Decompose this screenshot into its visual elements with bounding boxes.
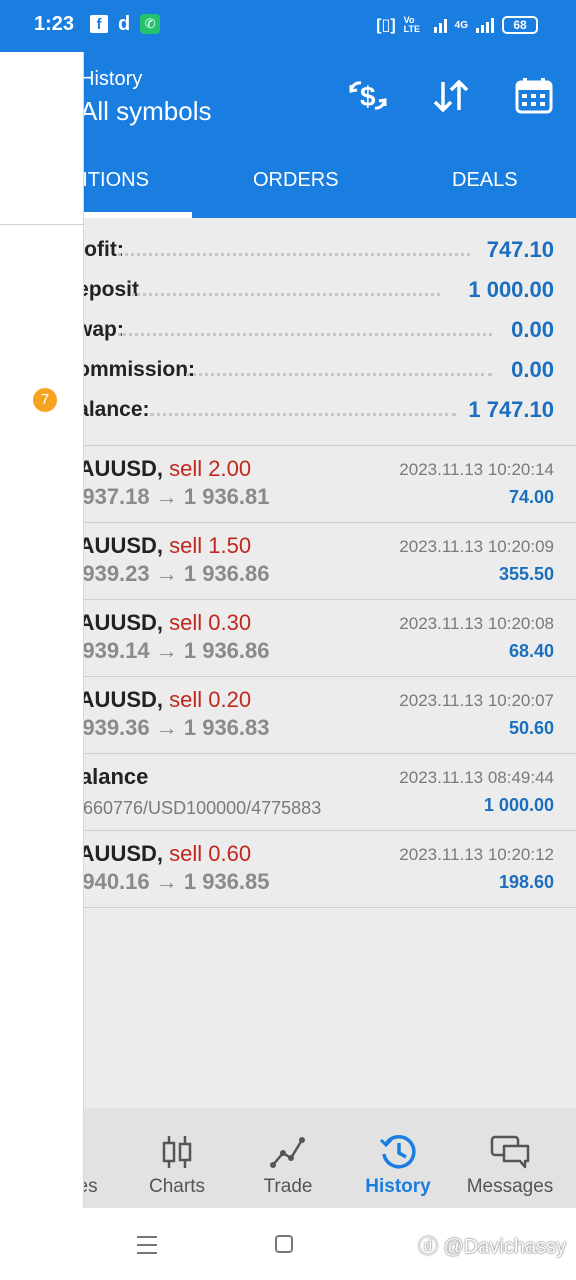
summary-value: 0.00 <box>511 357 554 382</box>
summary-row-deposit: Deposit 1 000.00 <box>0 271 576 311</box>
nav-history[interactable]: History <box>343 1108 453 1208</box>
deal-profit: 68.40 <box>508 641 554 661</box>
deal-row[interactable]: XAUUSD, sell 1.50 1 939.23 → 1 936.86 20… <box>0 523 576 600</box>
deal-profit: 50.60 <box>508 718 554 738</box>
nav-charts[interactable]: Charts <box>122 1108 232 1208</box>
deal-time: 2023.11.13 08:49:44 <box>399 768 554 787</box>
nav-label: Charts <box>149 1176 205 1197</box>
facebook-icon: f <box>90 15 108 33</box>
vibrate-icon: [▯] <box>376 17 396 34</box>
tab-bar: POSITIONS ORDERS DEALS <box>0 140 576 218</box>
deal-prices: 1 939.36 → 1 936.83 <box>64 715 270 740</box>
deal-profit: 355.50 <box>498 564 554 584</box>
leader-dots <box>150 413 456 416</box>
deal-prices: 1 940.16 → 1 936.85 <box>64 869 270 894</box>
summary-value: 0.00 <box>511 317 554 342</box>
drawer-divider <box>0 224 84 225</box>
deal-side: sell 0.30 <box>169 610 252 635</box>
deal-prices: 1 937.18 → 1 936.81 <box>64 484 270 509</box>
side-drawer[interactable]: 7 <box>0 52 84 1208</box>
deal-side: sell 1.50 <box>169 533 252 558</box>
signal-icon <box>433 17 447 33</box>
summary-value: 1 000.00 <box>468 277 554 302</box>
recent-apps-icon[interactable] <box>136 1234 158 1256</box>
phone-app-icon: ✆ <box>140 14 161 34</box>
leader-dots <box>118 253 470 256</box>
deal-time: 2023.11.13 10:20:08 <box>399 614 554 633</box>
candles-icon <box>162 1136 192 1168</box>
app-d-icon: d <box>118 13 131 35</box>
nav-messages[interactable]: Messages <box>455 1108 565 1208</box>
nav-label: Messages <box>466 1176 554 1197</box>
home-button[interactable] <box>275 1235 293 1253</box>
deal-row[interactable]: XAUUSD, sell 2.00 1 937.18 → 1 936.81 20… <box>0 446 576 523</box>
divider <box>0 907 576 908</box>
deal-profit: 74.00 <box>508 487 554 507</box>
symbol-filter[interactable]: All symbols <box>80 96 211 127</box>
summary-value: 1 747.10 <box>468 397 554 422</box>
summary-row-balance: Balance: 1 747.10 <box>0 391 576 431</box>
battery-icon: 68 <box>502 16 538 34</box>
deal-side: sell 0.20 <box>169 687 252 712</box>
deal-side: sell 2.00 <box>169 456 252 481</box>
summary-row-profit: Profit: 747.10 <box>0 231 576 271</box>
summary-row-commission: Commission: 0.00 <box>0 351 576 391</box>
status-bar: 1:23 f d ✆ [▯] Vo LTE 4G 68 <box>0 0 576 52</box>
deal-row[interactable]: XAUUSD, sell 0.20 1 939.36 → 1 936.83 20… <box>0 677 576 754</box>
notification-badge: 7 <box>33 388 57 412</box>
deal-prices: 1 939.23 → 1 936.86 <box>64 561 270 586</box>
deal-profit: 1 000.00 <box>483 795 554 815</box>
deal-time: 2023.11.13 10:20:14 <box>399 460 554 479</box>
volte-icon: Vo LTE <box>403 15 420 34</box>
leader-dots <box>132 293 440 296</box>
deal-prices: 1 939.14 → 1 936.86 <box>64 638 270 663</box>
nav-label: Trade <box>263 1176 313 1197</box>
watermark: ⓓ @Davichassy <box>418 1236 567 1258</box>
notification-icons: f d ✆ <box>90 13 161 35</box>
leader-dots <box>118 333 492 336</box>
deal-time: 2023.11.13 10:20:12 <box>399 845 554 864</box>
tab-deals[interactable]: DEALS <box>452 169 518 192</box>
leader-dots <box>186 373 492 376</box>
history-clock-icon <box>379 1135 416 1169</box>
nav-label: History <box>365 1176 431 1197</box>
svg-text:$: $ <box>360 81 376 112</box>
nav-trade[interactable]: Trade <box>233 1108 343 1208</box>
sort-arrows-icon[interactable] <box>431 76 471 116</box>
deal-row[interactable]: XAUUSD, sell 0.60 1 940.16 → 1 936.85 20… <box>0 831 576 908</box>
system-nav-bar: ⓓ @Davichassy <box>0 1208 576 1280</box>
history-content[interactable]: Profit: 747.10 Deposit 1 000.00 Swap: 0.… <box>0 218 576 1108</box>
page-title: History <box>80 68 143 90</box>
deal-time: 2023.11.13 10:20:07 <box>399 691 554 710</box>
deal-comment: D-660776/USD100000/4775883 <box>64 798 322 818</box>
bottom-nav: Quotes Charts Trade History Messages <box>0 1108 576 1208</box>
trade-line-icon <box>270 1137 305 1168</box>
messages-icon <box>490 1135 530 1169</box>
dollar-exchange-icon[interactable]: $ <box>348 76 388 116</box>
calendar-icon[interactable] <box>514 76 554 116</box>
network-type-icon: 4G <box>454 19 468 31</box>
deal-row[interactable]: XAUUSD, sell 0.30 1 939.14 → 1 936.86 20… <box>0 600 576 677</box>
tab-orders[interactable]: ORDERS <box>253 169 339 192</box>
summary-value: 747.10 <box>486 237 554 262</box>
deal-profit: 198.60 <box>498 872 554 892</box>
signal-icon-2 <box>476 17 494 33</box>
system-indicators: [▯] Vo LTE 4G 68 <box>376 15 538 35</box>
deal-side: sell 0.60 <box>169 841 252 866</box>
deal-time: 2023.11.13 10:20:09 <box>399 537 554 556</box>
balance-row[interactable]: Balance D-660776/USD100000/4775883 2023.… <box>0 754 576 831</box>
summary-row-swap: Swap: 0.00 <box>0 311 576 351</box>
status-time: 1:23 <box>34 13 75 35</box>
app-bar: History All symbols $ <box>0 52 576 140</box>
